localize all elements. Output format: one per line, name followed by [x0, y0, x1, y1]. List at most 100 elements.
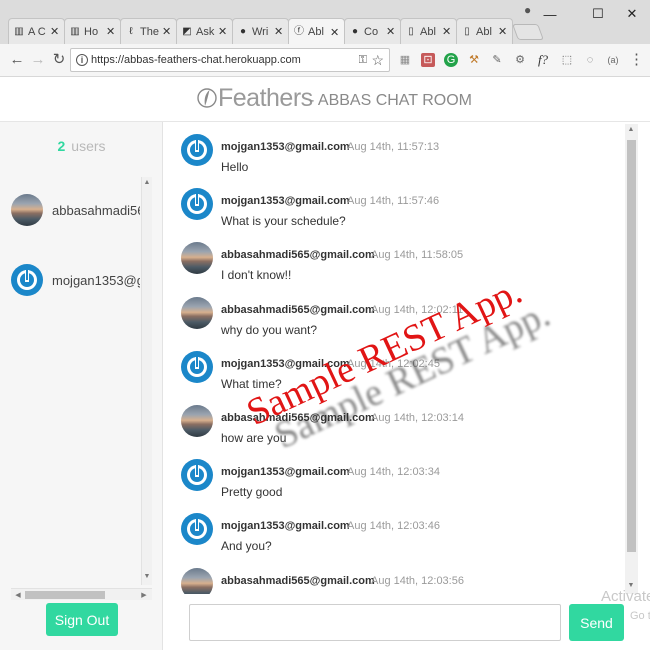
user-count: 2 — [57, 138, 66, 154]
send-button[interactable]: Send — [569, 604, 624, 641]
page-title: - ABBAS CHAT ROOM — [309, 92, 472, 109]
user-name: mojgan1353@gm — [52, 272, 140, 288]
user-sidebar: 2 users abbasahmadi565 mojgan1353@gm ▲ ▼ ◀… — [0, 122, 163, 650]
tab-close-icon[interactable]: ✕ — [498, 25, 508, 38]
message-timestamp: Aug 14th, 11:57:13 — [347, 141, 440, 153]
chat-scroll-thumb[interactable] — [627, 140, 636, 552]
message-timestamp: Aug 14th, 12:03:56 — [371, 574, 464, 587]
feathers-logo-icon — [197, 88, 217, 108]
user-name: abbasahmadi565 — [52, 202, 140, 218]
back-arrow-icon[interactable]: ← — [9, 52, 25, 68]
tab-close-icon[interactable]: ✕ — [330, 26, 340, 39]
message-sender: mojgan1353@gmail.com — [221, 466, 350, 479]
extension-grammarly-icon[interactable]: G — [444, 53, 458, 67]
message-text: Hello — [221, 160, 249, 174]
tab-close-icon[interactable]: ✕ — [162, 25, 172, 38]
scroll-down-arrow-icon[interactable]: ▼ — [142, 573, 152, 580]
reload-icon[interactable]: ↻ — [51, 52, 67, 68]
tab-close-icon[interactable]: ✕ — [218, 25, 228, 38]
sidebar-vertical-scrollbar[interactable]: ▲ ▼ — [141, 177, 152, 585]
forward-arrow-icon[interactable]: → — [30, 52, 46, 68]
message-timestamp: Aug 14th, 12:03:34 — [347, 466, 440, 479]
avatar — [181, 296, 213, 329]
avatar — [181, 350, 213, 383]
sidebar-horizontal-scrollbar[interactable]: ◀ ▶ — [11, 588, 152, 600]
quill-icon: ℓ — [129, 25, 133, 37]
avatar — [181, 513, 213, 546]
message-timestamp: Aug 14th, 11:58:05 — [371, 249, 464, 262]
avatar — [181, 134, 213, 166]
message-text: I don't know!! — [221, 268, 292, 283]
browser-tab[interactable]: ◩ Ask ✕ — [176, 18, 233, 44]
message-text: why do you want? — [221, 322, 318, 337]
message-sender: mojgan1353@gmail.com — [221, 141, 350, 153]
avatar — [181, 405, 213, 437]
scroll-left-arrow-icon[interactable]: ◀ — [13, 591, 23, 599]
browser-tab[interactable]: ▯ Abl ✕ — [456, 18, 513, 44]
github-icon: ● — [239, 25, 247, 37]
message-input[interactable] — [189, 604, 561, 641]
browser-tab[interactable]: ● Wri ✕ — [232, 18, 289, 44]
tab-label: The — [140, 25, 159, 38]
tab-close-icon[interactable]: ✕ — [106, 25, 116, 38]
browser-window: ▥ A C ✕ ▥ Ho ✕ ℓ The ✕ ◩ Ask ✕ ● Wri ✕ ⓕ Abl ✕ ● Co ✕ ▯ Abl ✕ ▯ A… — [0, 0, 650, 650]
tab-close-icon[interactable]: ✕ — [442, 25, 452, 38]
message-text: What is your schedule? — [221, 214, 346, 229]
info-icon[interactable]: i — [76, 54, 88, 66]
extension-eyedropper-icon[interactable]: ✎ — [490, 53, 504, 67]
browser-tab[interactable]: ▥ Ho ✕ — [64, 18, 121, 44]
github-icon: ● — [351, 25, 359, 37]
tab-close-icon[interactable]: ✕ — [274, 25, 284, 38]
avatar — [11, 264, 43, 296]
extension-dashed-icon[interactable]: ⬚ — [560, 53, 574, 67]
extension-formula-icon[interactable]: f? — [536, 53, 550, 67]
chat-vertical-scrollbar[interactable]: ▲ ▼ — [625, 124, 638, 594]
user-list-item[interactable]: abbasahmadi565 — [11, 189, 140, 231]
tab-label: Abl — [308, 26, 324, 38]
extension-tool-icon[interactable]: ⚒ — [467, 53, 481, 67]
browser-tab[interactable]: ▯ Abl ✕ — [400, 18, 457, 44]
extension-text-icon[interactable]: (a) — [606, 53, 620, 67]
browser-tab[interactable]: ● Co ✕ — [344, 18, 401, 44]
message-sender: abbasahmadi565@gmail.com — [221, 574, 375, 587]
browser-tab[interactable]: ℓ The ✕ — [120, 18, 177, 44]
sidebar-horizontal-scroll-thumb[interactable] — [25, 591, 105, 599]
avatar — [181, 188, 213, 221]
extension-gear-icon[interactable]: ⚙ — [513, 53, 527, 67]
browser-tab[interactable]: ▥ A C ✕ — [8, 18, 65, 44]
extension-pdf-icon[interactable]: ⊡ — [421, 53, 435, 67]
tab-label: Abl — [476, 25, 492, 38]
scroll-up-arrow-icon[interactable]: ▲ — [142, 179, 152, 186]
tab-close-icon[interactable]: ✕ — [50, 25, 60, 38]
message-sender: abbasahmadi565@gmail.com — [221, 249, 375, 262]
menu-icon[interactable]: ⋮ — [629, 52, 644, 67]
tab-strip: ▥ A C ✕ ▥ Ho ✕ ℓ The ✕ ◩ Ask ✕ ● Wri ✕ ⓕ Abl ✕ ● Co ✕ ▯ Abl ✕ ▯ A… — [0, 0, 650, 45]
extension-clock-icon[interactable]: ◌ — [583, 53, 597, 67]
url-text: https://abbas-feathers-chat.herokuapp.co… — [91, 54, 301, 66]
minimize-button[interactable]: — — [530, 0, 570, 28]
user-list-item[interactable]: mojgan1353@gm — [11, 259, 140, 301]
message-text: And you? — [221, 539, 272, 554]
message-sender: mojgan1353@gmail.com — [221, 195, 350, 208]
browser-tab[interactable]: ⓕ Abl ✕ — [288, 18, 345, 45]
app-header: Feathers - ABBAS CHAT ROOM — [0, 78, 650, 122]
message-timestamp: Aug 14th, 11:57:46 — [347, 195, 440, 208]
chat-message: abbasahmadi565@gmail.com Aug 14th, 12:03:… — [181, 562, 621, 594]
bookmark-star-icon[interactable]: ☆ — [371, 52, 384, 69]
avatar — [181, 567, 213, 594]
activate-windows-subtext: Go to Se — [630, 610, 650, 622]
tab-close-icon[interactable]: ✕ — [386, 25, 396, 38]
address-bar[interactable]: i https://abbas-feathers-chat.herokuapp.… — [70, 48, 390, 72]
chat-message: mojgan1353@gmail.com Aug 14th, 11:57:13 He… — [181, 128, 621, 182]
chat-message: mojgan1353@gmail.com Aug 14th, 12:03:34 Pr… — [181, 453, 621, 507]
extension-grid-icon[interactable]: ▦ — [398, 53, 412, 67]
message-text: Pretty good — [221, 485, 283, 500]
message-sender: mojgan1353@gmail.com — [221, 520, 350, 533]
key-icon[interactable]: ⚿ — [359, 54, 367, 67]
close-window-button[interactable]: ✕ — [612, 0, 650, 28]
page-icon: ▯ — [464, 25, 470, 37]
chat-scroll-up-arrow-icon[interactable]: ▲ — [626, 126, 636, 133]
sign-out-button[interactable]: Sign Out — [46, 603, 118, 636]
tab-label: Abl — [420, 25, 436, 38]
scroll-right-arrow-icon[interactable]: ▶ — [139, 591, 149, 599]
